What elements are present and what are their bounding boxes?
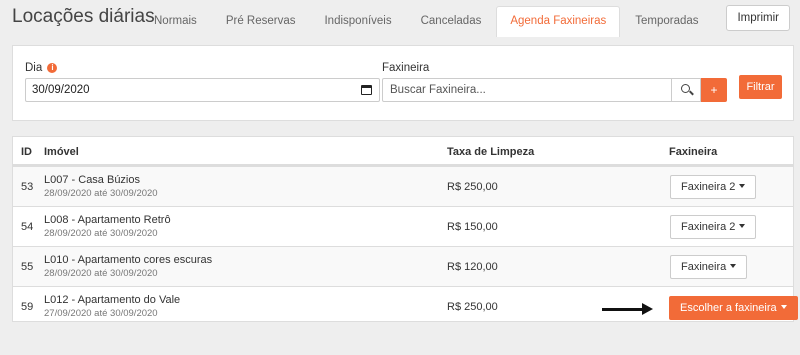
page-title: Locações diárias: [12, 6, 155, 27]
row-id: 54: [21, 221, 34, 233]
cleaner-search-placeholder: Buscar Faxineira...: [390, 84, 486, 96]
stay-dates: 28/09/2020 até 30/09/2020: [44, 228, 158, 239]
column-header-cleaner: Faxineira: [669, 146, 718, 158]
tab-normais[interactable]: Normais: [140, 6, 211, 36]
tab-temporadas[interactable]: Temporadas: [621, 6, 712, 36]
day-label: Dia: [25, 62, 43, 74]
arrow-right-icon: [642, 303, 653, 315]
cleaner-dropdown-label: Faxineira 2: [681, 221, 736, 233]
info-icon: i: [47, 63, 58, 73]
caret-down-icon: [780, 305, 787, 309]
cleaning-fee: R$ 250,00: [447, 181, 498, 193]
search-icon: [681, 84, 690, 93]
search-button[interactable]: [671, 78, 701, 102]
cleaner-dropdown-button[interactable]: Faxineira 2: [670, 215, 757, 239]
property-name: L008 - Apartamento Retrô: [44, 214, 171, 226]
table-row: 54 L008 - Apartamento Retrô 28/09/2020 a…: [13, 206, 793, 246]
tab-agenda-faxineiras[interactable]: Agenda Faxineiras: [496, 6, 621, 37]
cleaner-label: Faxineira: [382, 62, 430, 74]
stay-dates: 28/09/2020 até 30/09/2020: [44, 268, 158, 279]
table-row: 59 L012 - Apartamento do Vale 27/09/2020…: [13, 286, 798, 322]
caret-down-icon: [739, 224, 746, 228]
calendar-icon[interactable]: [361, 85, 372, 95]
cleaning-fee: R$ 120,00: [447, 261, 498, 273]
date-input[interactable]: 30/09/2020: [25, 78, 380, 102]
tab-bar: Normais Pré Reservas Indisponíveis Cance…: [140, 6, 714, 37]
cleaner-dropdown-label: Faxineira 2: [681, 181, 736, 193]
choose-cleaner-button[interactable]: Escolher a faxineira: [669, 296, 798, 320]
table-row: 55 L010 - Apartamento cores escuras 28/0…: [13, 246, 793, 286]
tab-pre-reservas[interactable]: Pré Reservas: [212, 6, 310, 36]
annotation-arrow-shaft: [602, 308, 646, 311]
stay-dates: 27/09/2020 até 30/09/2020: [44, 308, 158, 319]
tab-indisponiveis[interactable]: Indisponíveis: [310, 6, 405, 36]
row-id: 59: [21, 301, 34, 313]
row-id: 53: [21, 181, 34, 193]
filter-button[interactable]: Filtrar: [739, 75, 782, 99]
column-header-cleaning-fee: Taxa de Limpeza: [447, 146, 535, 158]
tab-canceladas[interactable]: Canceladas: [407, 6, 496, 36]
cleaning-table: ID Imóvel Taxa de Limpeza Faxineira 53 L…: [12, 136, 798, 322]
table-row: 53 L007 - Casa Búzios 28/09/2020 até 30/…: [13, 166, 793, 206]
cleaner-dropdown-label: Faxineira: [681, 261, 727, 273]
caret-down-icon: [730, 264, 737, 268]
column-header-id: ID: [21, 146, 32, 158]
filter-panel: Dia i 30/09/2020 Faxineira Buscar Faxine…: [12, 45, 794, 121]
property-name: L007 - Casa Búzios: [44, 174, 140, 186]
property-name: L012 - Apartamento do Vale: [44, 294, 181, 306]
choose-cleaner-label: Escolher a faxineira: [680, 302, 777, 314]
column-header-property: Imóvel: [44, 146, 79, 158]
cleaning-fee: R$ 150,00: [447, 221, 498, 233]
cleaner-dropdown-button[interactable]: Faxineira 2: [670, 175, 757, 199]
cleaner-search-input[interactable]: Buscar Faxineira...: [382, 78, 672, 102]
cleaning-fee: R$ 250,00: [447, 301, 498, 313]
day-field-label: Dia i: [25, 62, 58, 74]
cleaner-dropdown-button[interactable]: Faxineira: [670, 255, 748, 279]
add-cleaner-button[interactable]: +: [701, 78, 727, 102]
stay-dates: 28/09/2020 até 30/09/2020: [44, 188, 158, 199]
row-id: 55: [21, 261, 34, 273]
property-name: L010 - Apartamento cores escuras: [44, 254, 213, 266]
caret-down-icon: [739, 184, 746, 188]
date-value: 30/09/2020: [32, 84, 90, 96]
print-button[interactable]: Imprimir: [726, 5, 790, 31]
